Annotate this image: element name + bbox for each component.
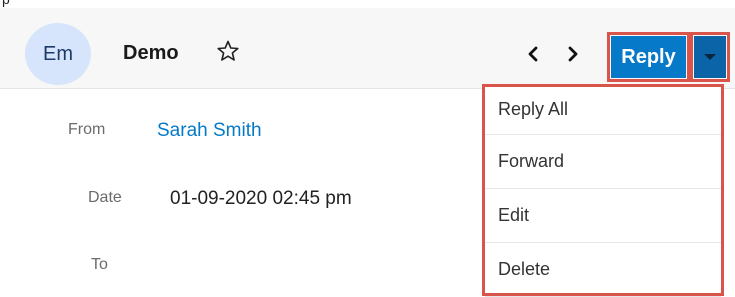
from-value-link[interactable]: Sarah Smith (157, 120, 262, 142)
record-title: Demo (123, 42, 179, 64)
menu-item-forward[interactable]: Forward (485, 135, 721, 189)
record-header: Em Demo Reply (0, 8, 735, 89)
from-label: From (68, 121, 106, 138)
menu-item-delete[interactable]: Delete (485, 243, 721, 297)
menu-item-edit[interactable]: Edit (485, 189, 721, 243)
actions-dropdown-toggle[interactable] (690, 32, 730, 82)
star-icon[interactable] (216, 39, 240, 63)
chevron-left-icon[interactable] (526, 46, 540, 62)
clipped-text-fragment: p (0, 0, 735, 8)
to-label: To (91, 256, 108, 273)
caret-down-icon (704, 54, 716, 60)
avatar: Em (25, 23, 91, 85)
chevron-right-icon[interactable] (566, 46, 580, 62)
actions-dropdown-menu: Reply All Forward Edit Delete (482, 84, 724, 297)
menu-item-reply-all[interactable]: Reply All (485, 87, 721, 135)
reply-button[interactable]: Reply (607, 32, 690, 82)
date-value: 01-09-2020 02:45 pm (170, 188, 352, 209)
date-label: Date (88, 189, 122, 206)
